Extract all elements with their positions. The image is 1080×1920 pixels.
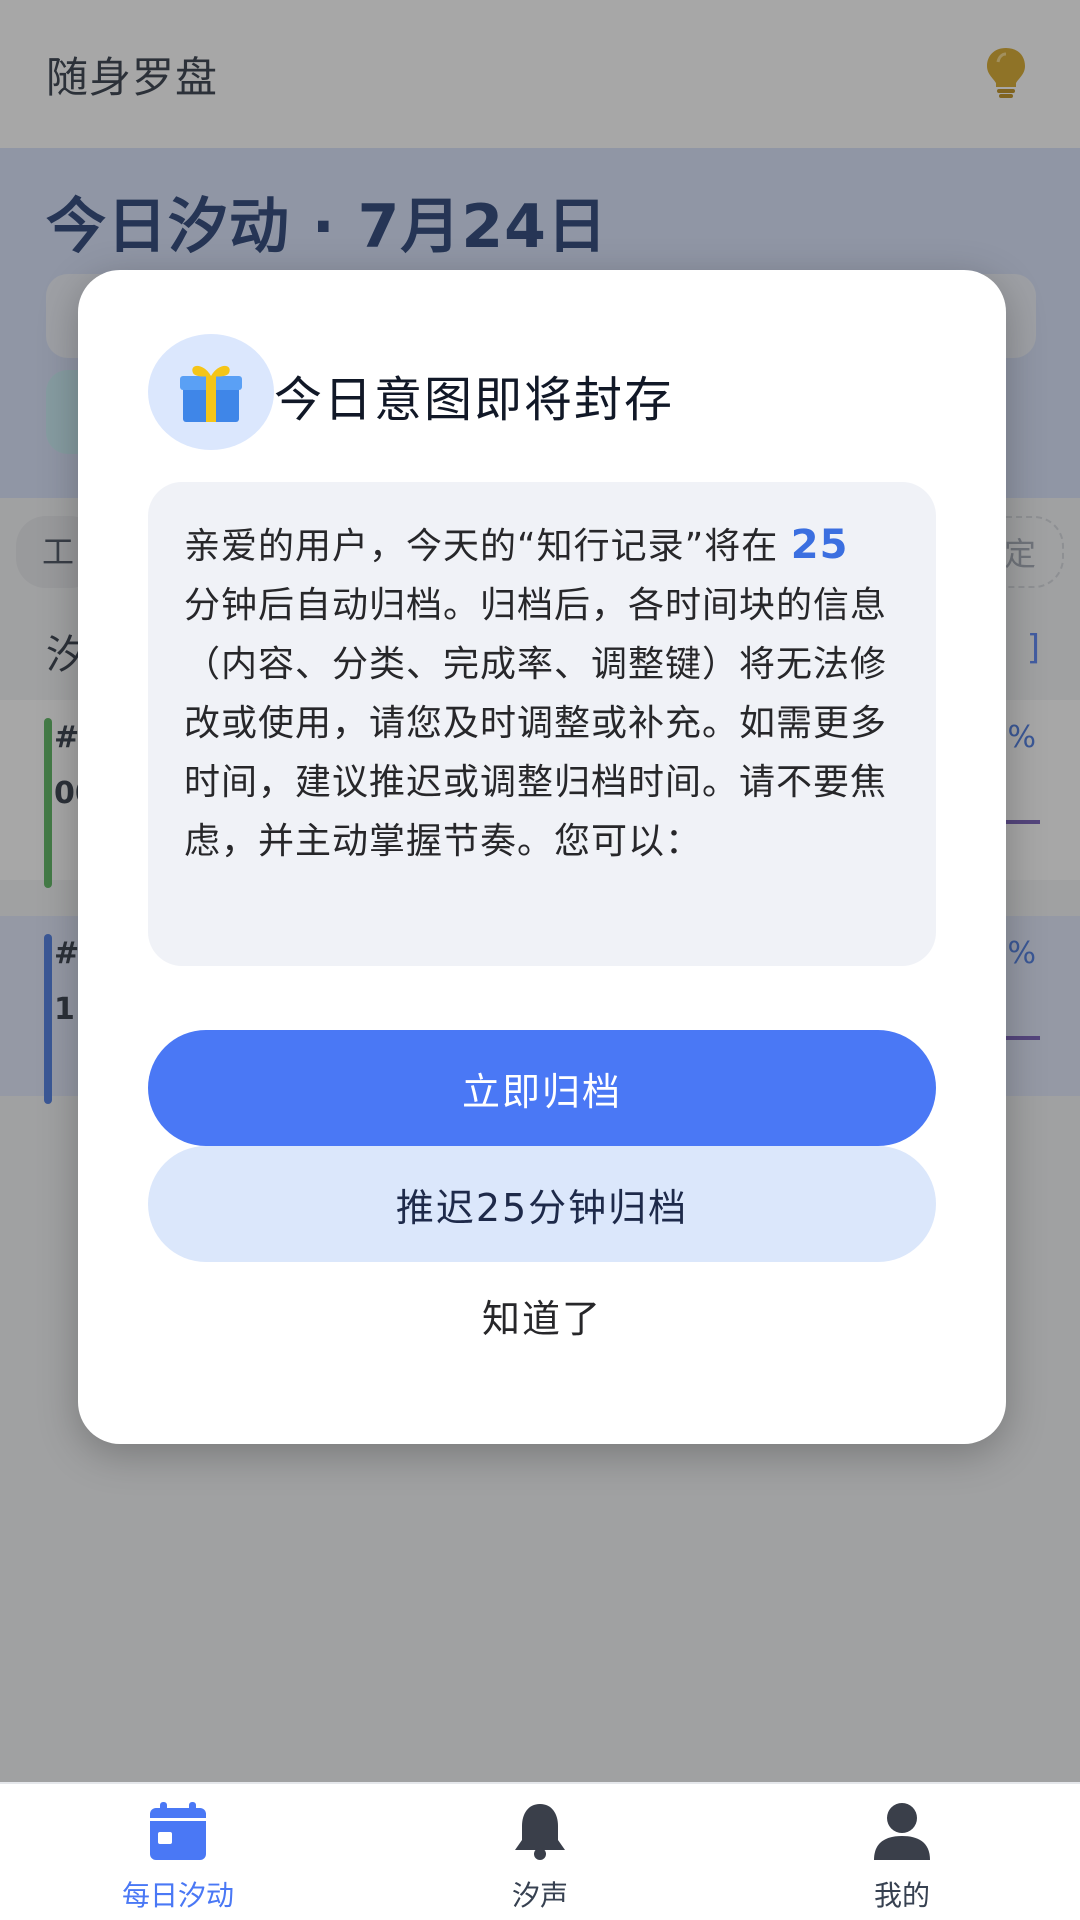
calendar-icon bbox=[150, 1802, 206, 1860]
nav-item-voice[interactable]: 汐声 bbox=[440, 1784, 640, 1920]
nav-item-mine[interactable]: 我的 bbox=[802, 1784, 1002, 1920]
gift-icon-badge bbox=[148, 334, 274, 450]
nav-label: 我的 bbox=[873, 1879, 930, 1912]
user-icon bbox=[874, 1803, 930, 1860]
message-prefix: 亲爱的用户，今天的“知行记录”将在 bbox=[184, 526, 791, 567]
archive-reminder-dialog: 今日意图即将封存 亲爱的用户，今天的“知行记录”将在 25 分钟后自动归档。归档后… bbox=[78, 270, 1006, 1444]
nav-label: 汐声 bbox=[511, 1879, 568, 1912]
bell-icon bbox=[515, 1804, 565, 1860]
bottom-nav: 每日汐动 汐声 我的 bbox=[0, 1782, 1080, 1920]
minutes-highlight: 25 bbox=[790, 522, 849, 568]
app-screen: 随身罗盘 今日汐动 · 7月24日 工 定 汐 ] # 00 0% # 1 0% bbox=[0, 0, 1080, 1920]
dialog-message: 亲爱的用户，今天的“知行记录”将在 25 分钟后自动归档。归档后，各时间块的信息（… bbox=[148, 482, 936, 966]
nav-label: 每日汐动 bbox=[121, 1879, 234, 1912]
postpone-archive-button[interactable]: 推迟25分钟归档 bbox=[148, 1146, 936, 1262]
gift-icon bbox=[180, 365, 242, 422]
dismiss-button[interactable]: 知道了 bbox=[148, 1274, 936, 1356]
nav-item-daily[interactable]: 每日汐动 bbox=[78, 1784, 278, 1920]
archive-now-button[interactable]: 立即归档 bbox=[148, 1030, 936, 1146]
message-body: 分钟后自动归档。归档后，各时间块的信息（内容、分类、完成率、调整键）将无法修改或… bbox=[184, 585, 888, 862]
dialog-title: 今日意图即将封存 bbox=[274, 372, 675, 428]
